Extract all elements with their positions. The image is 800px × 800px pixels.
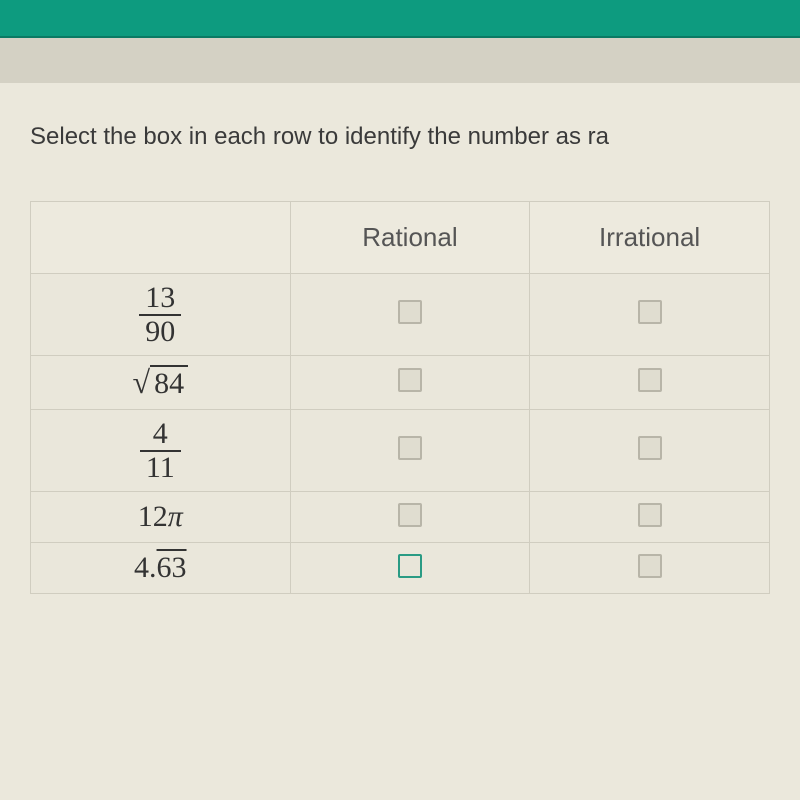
checkbox-rational-1[interactable] (398, 300, 422, 324)
number-cell-5: 4.63 (31, 543, 291, 594)
fraction-2: 4 11 (140, 418, 181, 483)
rational-cell-3 (290, 410, 530, 492)
irrational-cell-3 (530, 410, 770, 492)
sqrt-expression: √ 84 (133, 364, 189, 401)
sqrt-symbol: √ (133, 364, 151, 401)
pi-symbol: π (168, 500, 183, 533)
checkbox-irrational-5[interactable] (638, 554, 662, 578)
number-cell-3: 4 11 (31, 410, 291, 492)
app-header-bar (0, 0, 800, 38)
number-cell-1: 13 90 (31, 274, 291, 356)
fraction-numerator: 13 (139, 282, 181, 316)
table-row: 12π (31, 492, 770, 543)
classification-table-wrap: Rational Irrational 13 90 (30, 201, 770, 594)
checkbox-rational-3[interactable] (398, 436, 422, 460)
pi-coefficient: 12 (138, 500, 168, 533)
fraction-numerator: 4 (140, 418, 181, 452)
checkbox-rational-2[interactable] (398, 368, 422, 392)
rational-cell-2 (290, 356, 530, 410)
number-cell-2: √ 84 (31, 356, 291, 410)
table-row: 4.63 (31, 543, 770, 594)
decimal-whole: 4. (134, 551, 157, 584)
rational-cell-5 (290, 543, 530, 594)
classification-table: Rational Irrational 13 90 (30, 201, 770, 594)
checkbox-irrational-3[interactable] (638, 436, 662, 460)
spacer-area (0, 38, 800, 83)
header-rational: Rational (290, 202, 530, 274)
checkbox-irrational-1[interactable] (638, 300, 662, 324)
irrational-cell-1 (530, 274, 770, 356)
table-header-row: Rational Irrational (31, 202, 770, 274)
irrational-cell-5 (530, 543, 770, 594)
header-blank (31, 202, 291, 274)
fraction-denominator: 11 (140, 452, 181, 484)
sqrt-radicand: 84 (150, 365, 188, 401)
table-row: √ 84 (31, 356, 770, 410)
checkbox-rational-4[interactable] (398, 503, 422, 527)
content-area: Select the box in each row to identify t… (0, 83, 800, 800)
rational-cell-1 (290, 274, 530, 356)
number-cell-4: 12π (31, 492, 291, 543)
rational-cell-4 (290, 492, 530, 543)
checkbox-irrational-4[interactable] (638, 503, 662, 527)
fraction-denominator: 90 (139, 316, 181, 348)
checkbox-rational-5[interactable] (398, 554, 422, 578)
irrational-cell-2 (530, 356, 770, 410)
table-row: 4 11 (31, 410, 770, 492)
checkbox-irrational-2[interactable] (638, 368, 662, 392)
header-irrational: Irrational (530, 202, 770, 274)
fraction-1: 13 90 (139, 282, 181, 347)
irrational-cell-4 (530, 492, 770, 543)
decimal-repeating: 63 (157, 551, 187, 584)
question-prompt: Select the box in each row to identify t… (30, 123, 770, 151)
table-row: 13 90 (31, 274, 770, 356)
